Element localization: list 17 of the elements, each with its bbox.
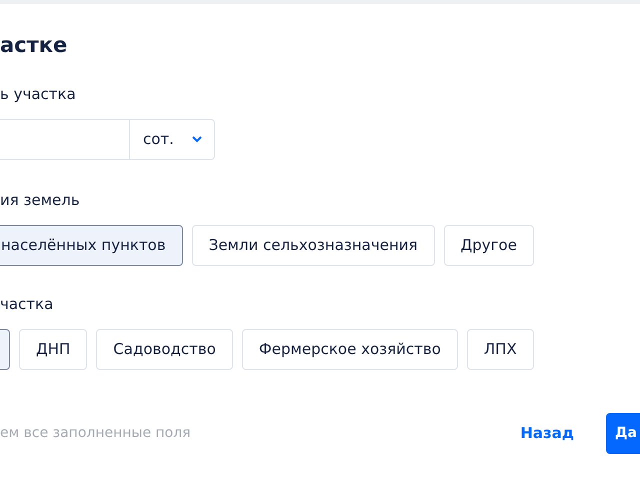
next-button[interactable]: Да: [606, 413, 640, 454]
back-link[interactable]: Назад: [520, 422, 574, 445]
option-chip[interactable]: Другое: [444, 225, 534, 266]
option-chip[interactable]: ДНП: [19, 329, 88, 370]
section-title: астке: [0, 32, 68, 58]
option-chip[interactable]: населённых пунктов: [0, 225, 183, 266]
option-chip[interactable]: Садоводство: [96, 329, 233, 370]
field-label: ь участка: [0, 84, 77, 104]
option-chip[interactable]: Земли сельхозназначения: [192, 225, 435, 266]
option-chip[interactable]: ЛПХ: [466, 329, 534, 370]
option-chip[interactable]: Фермерское хозяйство: [242, 329, 458, 370]
chevron-down-icon: [192, 136, 202, 143]
field-label: ия земель: [0, 190, 81, 210]
field-label: частка: [0, 294, 54, 314]
area-input-field[interactable]: [0, 119, 130, 160]
hint-text: ем все заполненные поля: [0, 424, 191, 443]
unit-select[interactable]: сот.: [130, 119, 215, 160]
